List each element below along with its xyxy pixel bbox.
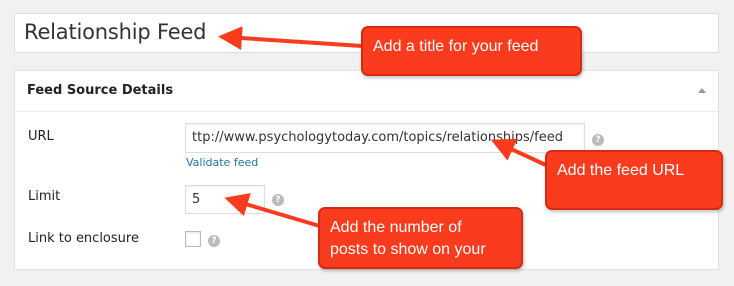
limit-help-icon[interactable]: ? — [272, 194, 284, 206]
validate-feed-link[interactable]: Validate feed — [186, 156, 258, 169]
limit-callout: Add the number of posts to show on your — [318, 207, 523, 269]
limit-callout-line2: posts to show on your — [330, 241, 486, 258]
url-callout: Add the feed URL — [545, 150, 723, 210]
limit-input[interactable]: 5 — [185, 185, 265, 214]
limit-label: Limit — [28, 189, 61, 204]
url-input[interactable]: ttp://www.psychologytoday.com/topics/rel… — [185, 123, 585, 153]
collapse-toggle-icon[interactable] — [698, 88, 706, 93]
enclosure-checkbox[interactable] — [185, 231, 201, 247]
enclosure-help-icon[interactable]: ? — [208, 235, 220, 247]
url-label: URL — [28, 129, 54, 144]
url-value: ttp://www.psychologytoday.com/topics/rel… — [192, 130, 563, 145]
url-help-icon[interactable]: ? — [592, 134, 604, 146]
feed-title-value: Relationship Feed — [24, 20, 207, 44]
url-callout-text: Add the feed URL — [557, 162, 685, 179]
panel-header[interactable]: Feed Source Details — [15, 71, 718, 112]
title-callout: Add a title for your feed — [361, 26, 582, 76]
panel-title: Feed Source Details — [27, 83, 174, 98]
limit-value: 5 — [192, 192, 201, 207]
enclosure-label: Link to enclosure — [28, 231, 139, 246]
title-callout-text: Add a title for your feed — [373, 38, 539, 55]
limit-callout-line1: Add the number of — [330, 219, 462, 236]
